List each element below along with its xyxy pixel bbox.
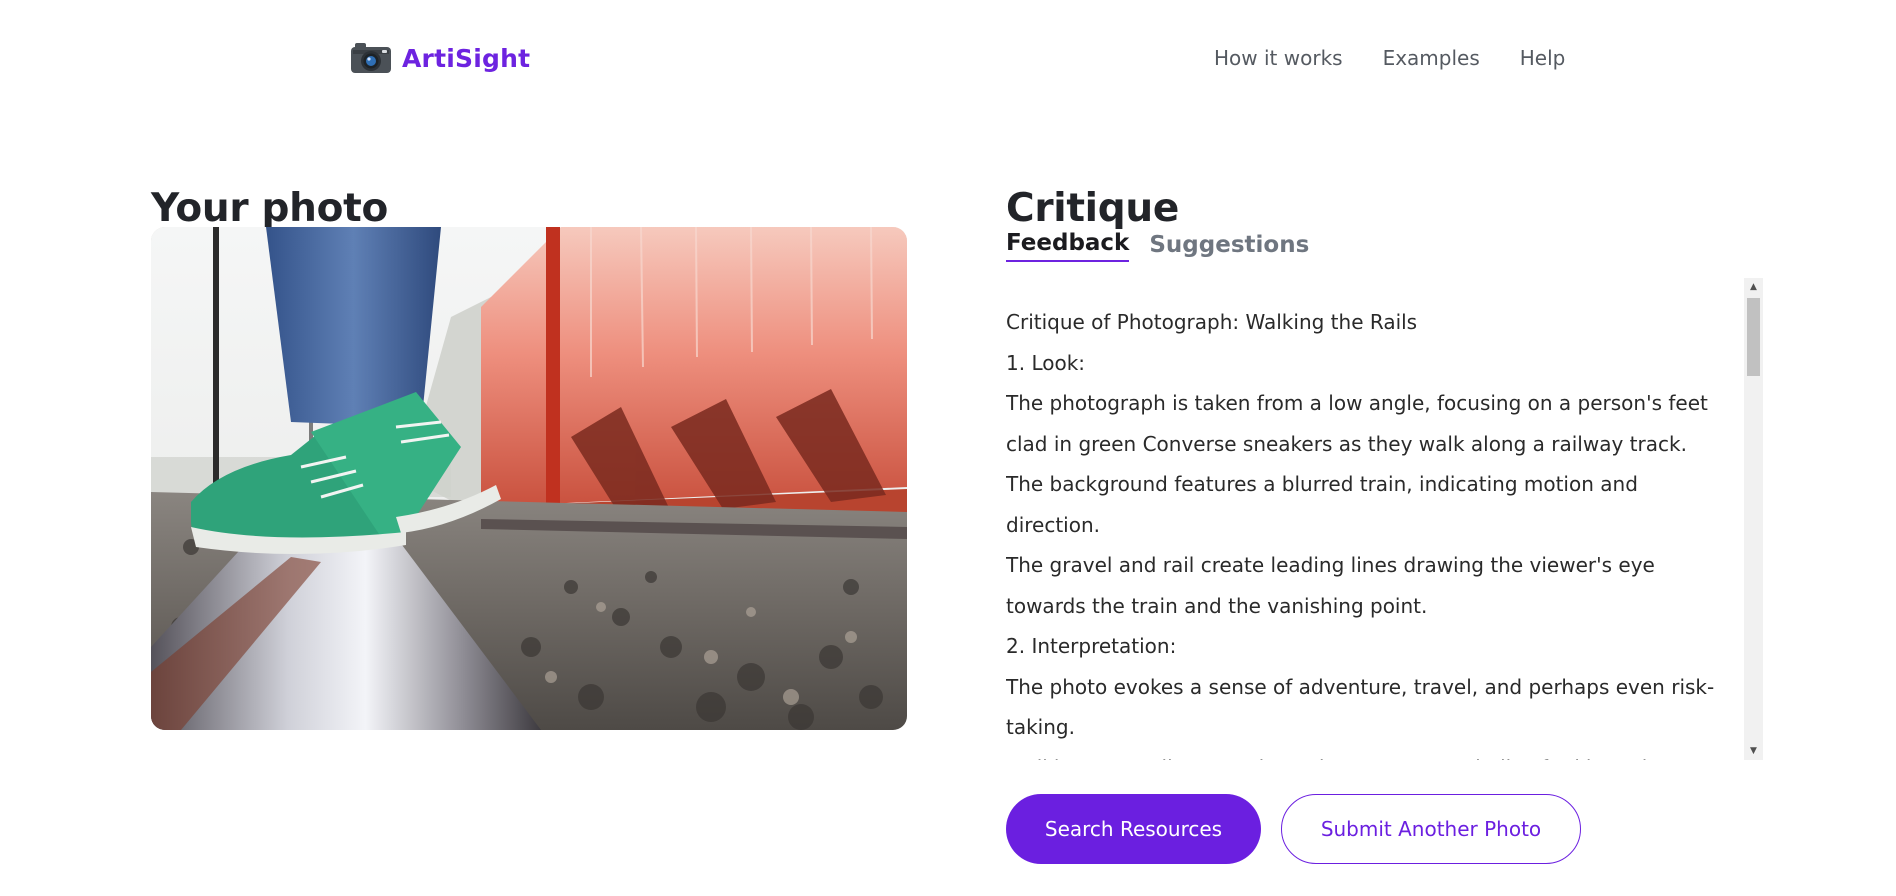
feedback-line: Walking on a railway track can be seen a… [1006, 748, 1736, 761]
tab-feedback[interactable]: Feedback [1006, 230, 1130, 262]
scroll-thumb[interactable] [1747, 298, 1760, 376]
feedback-line: Critique of Photograph: Walking the Rail… [1006, 310, 1418, 334]
photo-illustration [151, 227, 907, 730]
scroll-down-arrow-icon[interactable]: ▼ [1744, 742, 1763, 760]
feedback-panel[interactable]: Critique of Photograph: Walking the Rail… [1006, 278, 1763, 760]
nav-link-help[interactable]: Help [1520, 46, 1566, 70]
nav-link-how-it-works[interactable]: How it works [1214, 46, 1343, 70]
tab-suggestions[interactable]: Suggestions [1149, 232, 1309, 262]
top-header: ArtiSight How it works Examples Help [0, 0, 1896, 120]
submit-another-photo-button[interactable]: Submit Another Photo [1281, 794, 1581, 864]
camera-icon [351, 43, 391, 73]
search-resources-button[interactable]: Search Resources [1006, 794, 1261, 864]
nav-link-examples[interactable]: Examples [1383, 46, 1480, 70]
photo-section-title: Your photo [151, 186, 388, 232]
brand-name: ArtiSight [402, 43, 531, 73]
feedback-scrollbar[interactable]: ▲ ▼ [1744, 278, 1763, 760]
feedback-line: 2. Interpretation: [1006, 634, 1177, 658]
feedback-line: The gravel and rail create leading lines… [1006, 553, 1655, 618]
brand[interactable]: ArtiSight [350, 42, 530, 74]
critique-section-title: Critique [1006, 186, 1179, 232]
uploaded-photo [151, 227, 907, 730]
scroll-up-arrow-icon[interactable]: ▲ [1744, 278, 1763, 296]
top-nav: How it works Examples Help [1214, 46, 1565, 70]
feedback-text: Critique of Photograph: Walking the Rail… [1006, 302, 1736, 760]
feedback-line: The photograph is taken from a low angle… [1006, 391, 1708, 456]
feedback-line: The background features a blurred train,… [1006, 472, 1638, 537]
feedback-line: 1. Look: [1006, 350, 1086, 375]
critique-tabs: Feedback Suggestions [1006, 230, 1329, 262]
feedback-line: The photo evokes a sense of adventure, t… [1006, 674, 1715, 740]
